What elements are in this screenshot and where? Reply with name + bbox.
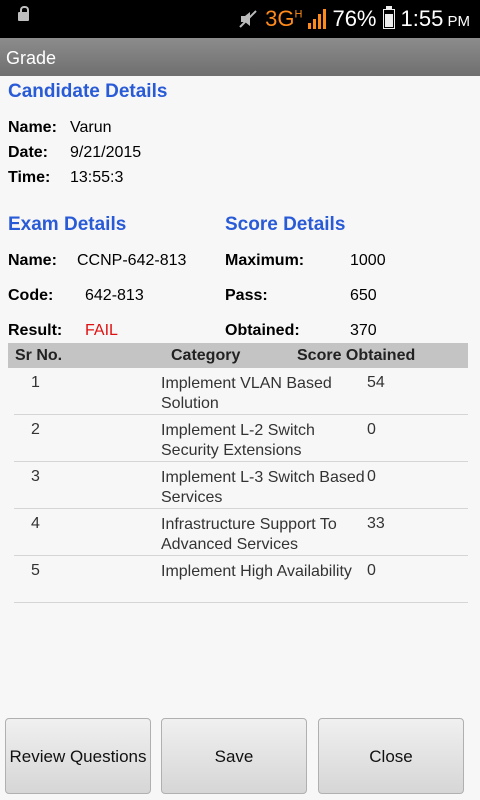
exam-details-heading: Exam Details xyxy=(8,214,127,235)
review-questions-button[interactable]: Review Questions xyxy=(5,718,151,794)
row-score: 54 xyxy=(367,374,385,391)
row-score: 33 xyxy=(367,515,385,532)
row-category: Infrastructure Support To Advanced Servi… xyxy=(161,516,337,553)
row-sr: 4 xyxy=(31,515,40,532)
candidate-name-label: Name: xyxy=(8,119,57,136)
row-sr: 1 xyxy=(31,374,40,391)
clock: 1:55 PM xyxy=(400,6,471,31)
candidate-time-value: 13:55:3 xyxy=(70,169,124,186)
header-score-obtained: Score Obtained xyxy=(297,347,416,364)
status-bar: 3GH 76% 1:55 PM xyxy=(0,0,480,38)
candidate-date-value: 9/21/2015 xyxy=(70,144,142,161)
exam-result-label: Result: xyxy=(8,322,63,339)
network-type: 3GH xyxy=(265,6,303,31)
row-category: Implement L-2 Switch Security Extensions xyxy=(161,422,315,459)
table-header: Sr No. Category Score Obtained xyxy=(8,343,468,368)
candidate-time-label: Time: xyxy=(8,169,51,186)
battery-icon xyxy=(382,6,395,29)
row-sr: 5 xyxy=(31,562,40,579)
battery-percent: 76% xyxy=(332,6,377,31)
candidate-name-value: Varun xyxy=(70,119,112,136)
header-sr-no: Sr No. xyxy=(15,347,63,364)
mute-icon xyxy=(239,10,257,28)
exam-name-value: CCNP-642-813 xyxy=(77,252,187,269)
header-category: Category xyxy=(171,347,241,364)
row-sr: 2 xyxy=(31,421,40,438)
table-row[interactable]: 4 Infrastructure Support To Advanced Ser… xyxy=(14,509,468,556)
exam-code-value: 642-813 xyxy=(85,287,144,304)
signal-icon xyxy=(308,9,327,29)
title-bar: Grade xyxy=(0,38,480,76)
score-obtained-value: 370 xyxy=(350,322,377,339)
row-category: Implement L-3 Switch Based Services xyxy=(161,469,365,506)
score-pass-label: Pass: xyxy=(225,287,268,304)
row-score: 0 xyxy=(367,468,376,485)
table-row[interactable]: 2 Implement L-2 Switch Security Extensio… xyxy=(14,415,468,462)
score-maximum-value: 1000 xyxy=(350,252,386,269)
row-category: Implement VLAN Based Solution xyxy=(161,375,332,412)
lock-icon xyxy=(18,6,29,21)
score-maximum-label: Maximum: xyxy=(225,252,305,269)
exam-name-label: Name: xyxy=(8,252,57,269)
table-row[interactable]: 3 Implement L-3 Switch Based Services 0 xyxy=(14,462,468,509)
table-row[interactable]: 5 Implement High Availability 0 xyxy=(14,556,468,603)
exam-code-label: Code: xyxy=(8,287,54,304)
row-category: Implement High Availability xyxy=(161,563,352,580)
score-pass-value: 650 xyxy=(350,287,377,304)
status-icons: 3GH 76% 1:55 PM xyxy=(237,0,470,38)
page-title: Grade xyxy=(6,48,57,68)
score-details-heading: Score Details xyxy=(225,214,346,235)
row-sr: 3 xyxy=(31,468,40,485)
exam-result-value: FAIL xyxy=(85,322,118,339)
close-button[interactable]: Close xyxy=(318,718,464,794)
row-score: 0 xyxy=(367,562,376,579)
save-button[interactable]: Save xyxy=(161,718,307,794)
row-score: 0 xyxy=(367,421,376,438)
score-obtained-label: Obtained: xyxy=(225,322,300,339)
score-table: 1 Implement VLAN Based Solution 54 2 Imp… xyxy=(0,368,480,603)
table-row[interactable]: 1 Implement VLAN Based Solution 54 xyxy=(14,368,468,415)
candidate-date-label: Date: xyxy=(8,144,49,161)
candidate-details-heading: Candidate Details xyxy=(8,81,168,102)
